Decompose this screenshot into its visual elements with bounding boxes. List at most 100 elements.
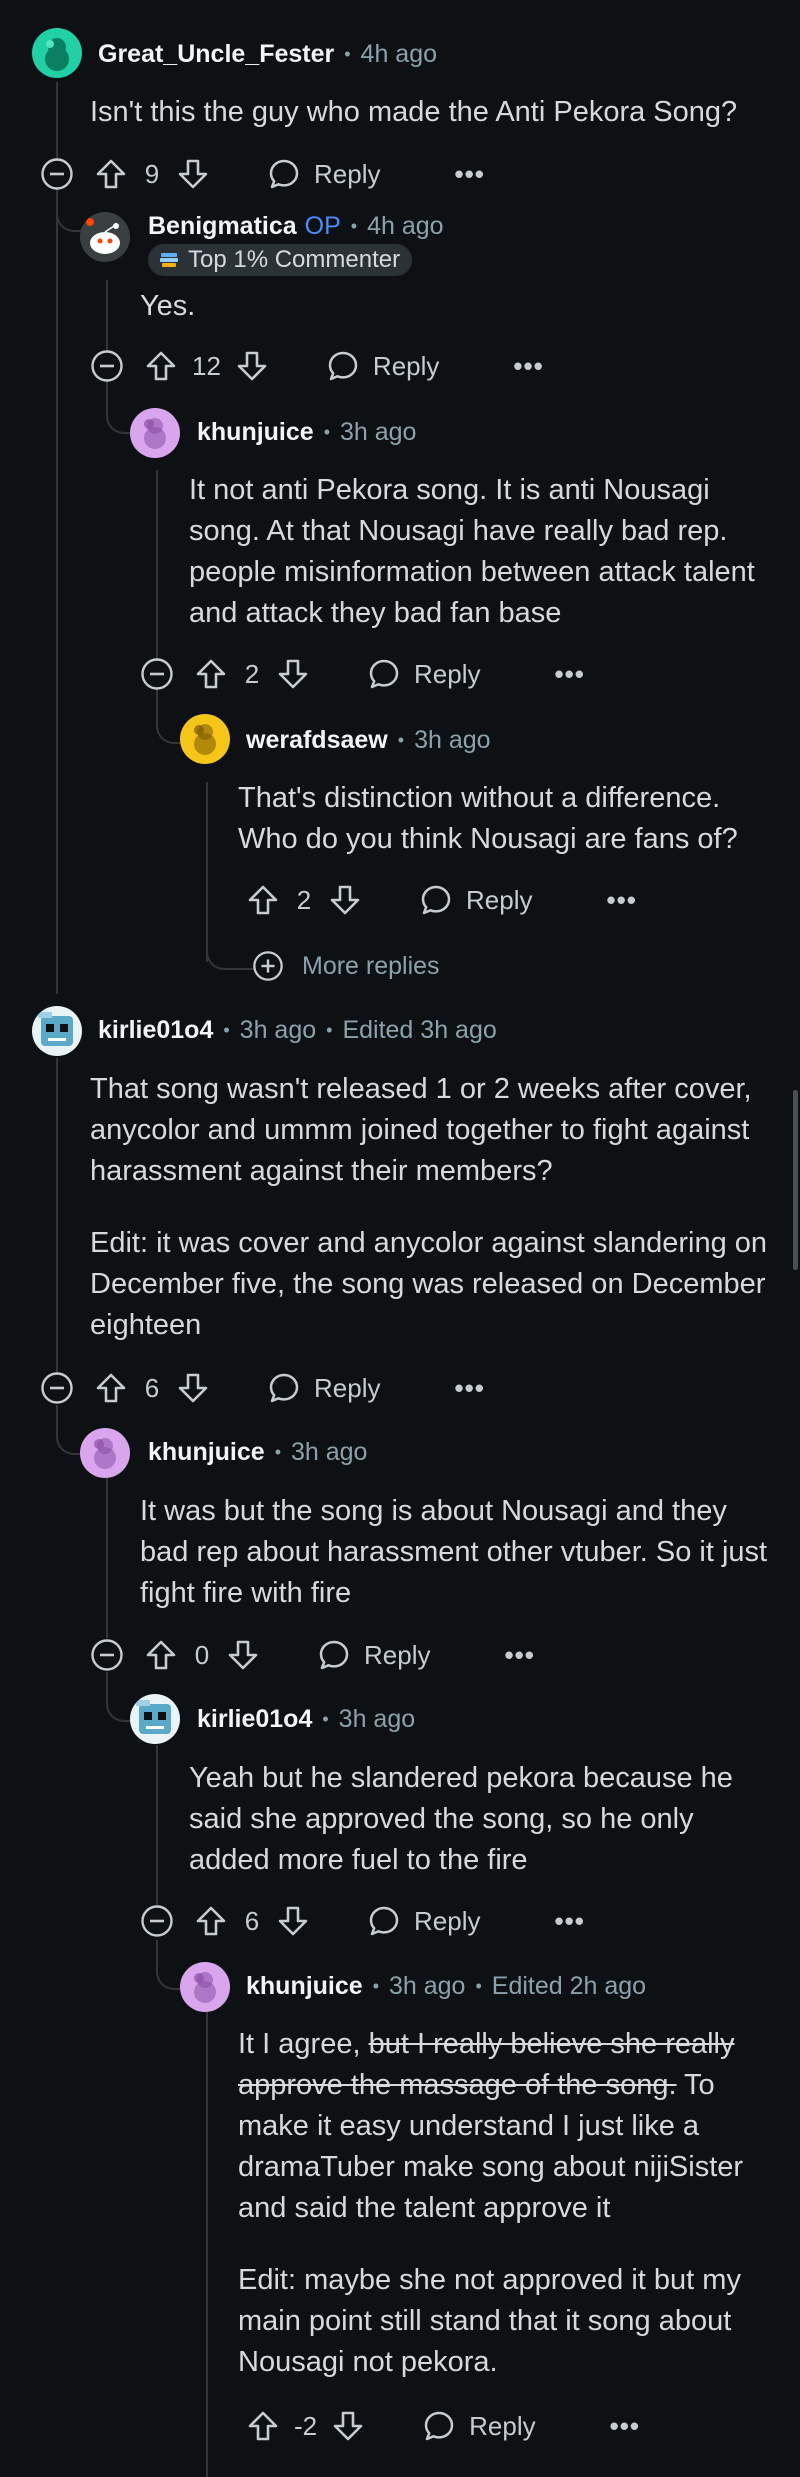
comment-paragraph: Edit: maybe she not approved it but my m…	[238, 2264, 741, 2378]
comment-body: Yeah but he slandered pekora because he …	[189, 1758, 769, 1881]
avatar[interactable]	[180, 1962, 230, 2012]
downvote-icon[interactable]	[176, 157, 210, 191]
timestamp: 3h ago	[291, 1437, 368, 1466]
username[interactable]: khunjuice	[197, 418, 314, 447]
downvote-icon[interactable]	[176, 1371, 210, 1405]
upvote-icon[interactable]	[94, 157, 128, 191]
reply-label: Reply	[364, 1639, 431, 1670]
comment-meta: khunjuice • 3h ago • Edited 2h ago	[246, 1968, 646, 2004]
username[interactable]: kirlie01o4	[98, 1016, 213, 1045]
comment-paragraph: Isn't this the guy who made the Anti Pek…	[90, 96, 738, 128]
reply-button[interactable]: Reply	[318, 1639, 430, 1671]
reply-label: Reply	[414, 1905, 481, 1936]
avatar[interactable]	[80, 212, 130, 262]
reply-label: Reply	[372, 350, 440, 381]
upvote-icon[interactable]	[144, 1638, 178, 1672]
snoo-avatar-icon	[45, 38, 69, 71]
more-options-button[interactable]: •••	[610, 2411, 640, 2442]
more-options-button[interactable]: •••	[554, 1906, 584, 1937]
comment-paragraph: It was but the song is about Nousagi and…	[140, 1495, 768, 1609]
thread-line	[156, 470, 158, 662]
flair-label: Top 1% Commenter	[188, 246, 401, 273]
comment-body: Isn't this the guy who made the Anti Pek…	[90, 92, 770, 133]
more-options-button[interactable]: •••	[454, 159, 484, 190]
reply-label: Reply	[414, 658, 481, 689]
snoo-avatar-icon	[130, 408, 180, 458]
comment-actions: 0 Reply •••	[90, 1633, 535, 1677]
edited-label: Edited 3h ago	[342, 1015, 497, 1044]
reply-button[interactable]: Reply	[368, 658, 480, 690]
reply-icon	[368, 658, 400, 690]
username[interactable]: kirlie01o4	[197, 1705, 312, 1734]
upvote-icon[interactable]	[94, 1371, 128, 1405]
reply-icon	[327, 350, 359, 382]
reply-label: Reply	[314, 158, 381, 189]
reply-icon	[268, 1372, 300, 1404]
collapse-thread-icon[interactable]	[90, 1638, 124, 1672]
avatar[interactable]	[130, 1694, 180, 1744]
avatar[interactable]	[130, 408, 180, 458]
upvote-icon[interactable]	[246, 883, 280, 917]
comment-meta: Benigmatica OP • 4h ago	[148, 208, 444, 244]
timestamp: 3h ago	[239, 1015, 317, 1044]
comment-meta: werafdsaew • 3h ago	[246, 722, 491, 758]
username[interactable]: khunjuice	[246, 1972, 363, 2001]
downvote-icon[interactable]	[276, 1904, 310, 1938]
collapse-thread-icon[interactable]	[140, 1904, 174, 1938]
avatar[interactable]	[80, 1428, 130, 1478]
reply-icon	[423, 2410, 455, 2442]
reply-button[interactable]: Reply	[368, 1905, 480, 1937]
avatar[interactable]	[32, 1006, 82, 1056]
username[interactable]: Great_Uncle_Fester	[98, 40, 334, 69]
comment-paragraph: That's distinction without a difference.…	[238, 782, 738, 855]
downvote-icon[interactable]	[235, 349, 269, 383]
upvote-icon[interactable]	[246, 2409, 280, 2443]
collapse-thread-icon[interactable]	[140, 657, 174, 691]
separator: •	[322, 1708, 329, 1729]
snoo-avatar-icon	[38, 1012, 73, 1046]
more-options-button[interactable]: •••	[554, 659, 584, 690]
separator: •	[274, 1441, 281, 1462]
comment-body: It not anti Pekora song. It is anti Nous…	[189, 470, 769, 634]
upvote-icon[interactable]	[194, 1904, 228, 1938]
more-replies-button[interactable]: More replies	[252, 948, 440, 984]
collapse-thread-icon[interactable]	[90, 349, 124, 383]
reply-button[interactable]: Reply	[268, 1372, 380, 1404]
upvote-icon[interactable]	[144, 349, 178, 383]
avatar[interactable]	[180, 714, 230, 764]
scrollbar[interactable]	[793, 1090, 798, 1270]
downvote-icon[interactable]	[276, 657, 310, 691]
separator: •	[475, 1975, 482, 1996]
reply-button[interactable]: Reply	[327, 350, 439, 382]
vote-score: 12	[192, 350, 221, 381]
downvote-icon[interactable]	[226, 1638, 260, 1672]
comment-body: That's distinction without a difference.…	[238, 778, 778, 860]
body-text-prefix: It I agree,	[238, 2028, 369, 2060]
comment-paragraph: Yeah but he slandered pekora because he …	[189, 1762, 733, 1876]
more-options-button[interactable]: •••	[504, 1640, 534, 1671]
comment-actions: 2 Reply •••	[246, 878, 637, 922]
more-options-button[interactable]: •••	[513, 351, 543, 382]
reply-icon	[268, 158, 300, 190]
downvote-icon[interactable]	[328, 883, 362, 917]
reply-button[interactable]: Reply	[420, 884, 532, 916]
upvote-icon[interactable]	[194, 657, 228, 691]
expand-plus-icon	[252, 950, 284, 982]
more-options-button[interactable]: •••	[606, 885, 636, 916]
reply-button[interactable]: Reply	[268, 158, 380, 190]
reply-label: Reply	[469, 2410, 536, 2441]
username[interactable]: khunjuice	[148, 1438, 265, 1467]
comment-meta: khunjuice • 3h ago	[197, 414, 416, 450]
vote-score: 0	[194, 1639, 210, 1670]
reply-button[interactable]: Reply	[423, 2410, 536, 2442]
collapse-thread-icon[interactable]	[40, 157, 74, 191]
downvote-icon[interactable]	[331, 2409, 365, 2443]
avatar[interactable]	[32, 28, 82, 78]
separator: •	[326, 1019, 333, 1040]
comment-body: It I agree, but I really believe she rea…	[238, 2024, 768, 2383]
collapse-thread-icon[interactable]	[40, 1371, 74, 1405]
username[interactable]: werafdsaew	[246, 726, 388, 755]
timestamp: 4h ago	[360, 39, 438, 68]
more-options-button[interactable]: •••	[454, 1373, 484, 1404]
username[interactable]: Benigmatica	[148, 212, 297, 241]
